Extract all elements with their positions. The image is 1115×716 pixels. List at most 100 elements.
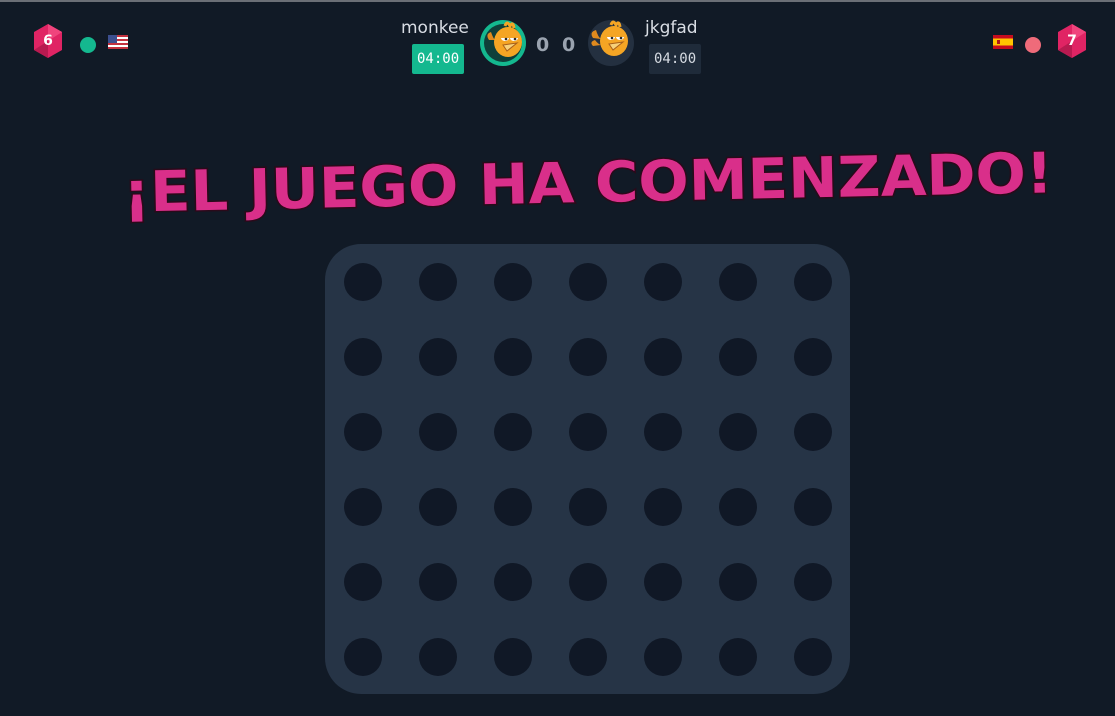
- empty-slot: [493, 412, 532, 451]
- empty-slot: [718, 262, 757, 301]
- empty-slot: [793, 412, 832, 451]
- board-cell[interactable]: [775, 394, 850, 469]
- board-cell[interactable]: [625, 394, 700, 469]
- empty-slot: [718, 487, 757, 526]
- chick-icon: [487, 21, 522, 57]
- right-online-status-dot: [1025, 37, 1041, 53]
- board-cell[interactable]: [325, 244, 400, 319]
- empty-slot: [343, 412, 382, 451]
- board-cell[interactable]: [325, 469, 400, 544]
- board-cell[interactable]: [550, 394, 625, 469]
- board-cell[interactable]: [475, 319, 550, 394]
- board-cell[interactable]: [400, 544, 475, 619]
- board-cell[interactable]: [400, 394, 475, 469]
- empty-slot: [793, 637, 832, 676]
- right-level-value: 7: [1067, 33, 1077, 49]
- empty-slot: [418, 412, 457, 451]
- board-cell[interactable]: [475, 469, 550, 544]
- empty-slot: [343, 262, 382, 301]
- board-cell[interactable]: [625, 544, 700, 619]
- board-cell[interactable]: [775, 619, 850, 694]
- board-cell[interactable]: [700, 394, 775, 469]
- left-online-status-dot: [80, 37, 96, 53]
- board-cell[interactable]: [400, 244, 475, 319]
- empty-slot: [493, 487, 532, 526]
- empty-slot: [568, 637, 607, 676]
- board-cell[interactable]: [550, 469, 625, 544]
- game-board[interactable]: [325, 244, 850, 694]
- board-cell[interactable]: [550, 319, 625, 394]
- empty-slot: [493, 562, 532, 601]
- board-cell[interactable]: [400, 619, 475, 694]
- board-cell[interactable]: [775, 544, 850, 619]
- empty-slot: [343, 562, 382, 601]
- left-player-timer: 04:00: [412, 44, 465, 74]
- empty-slot: [793, 337, 832, 376]
- game-title: ¡EL JUEGO HA COMENZADO!: [121, 140, 1055, 227]
- board-cell[interactable]: [325, 619, 400, 694]
- board-cell[interactable]: [325, 319, 400, 394]
- empty-slot: [343, 337, 382, 376]
- board-cell[interactable]: [475, 244, 550, 319]
- empty-slot: [568, 337, 607, 376]
- board-cell[interactable]: [700, 319, 775, 394]
- board-cell[interactable]: [625, 619, 700, 694]
- empty-slot: [718, 337, 757, 376]
- board-cell[interactable]: [700, 544, 775, 619]
- empty-slot: [343, 487, 382, 526]
- empty-slot: [418, 337, 457, 376]
- board-cell[interactable]: [400, 319, 475, 394]
- empty-slot: [568, 412, 607, 451]
- empty-slot: [718, 637, 757, 676]
- board-cell[interactable]: [625, 469, 700, 544]
- empty-slot: [418, 637, 457, 676]
- board-cell[interactable]: [700, 469, 775, 544]
- left-score: 0: [536, 34, 550, 56]
- empty-slot: [568, 487, 607, 526]
- left-level-value: 6: [43, 33, 53, 49]
- board-cell[interactable]: [775, 469, 850, 544]
- board-cell[interactable]: [775, 319, 850, 394]
- empty-slot: [643, 412, 682, 451]
- us-flag-icon: [108, 35, 128, 49]
- board-cell[interactable]: [700, 244, 775, 319]
- right-player-avatar[interactable]: [588, 20, 634, 66]
- board-cell[interactable]: [700, 619, 775, 694]
- es-flag-icon: [993, 35, 1013, 49]
- empty-slot: [718, 562, 757, 601]
- left-player-avatar[interactable]: [480, 20, 526, 66]
- board-cell[interactable]: [550, 544, 625, 619]
- board-cell[interactable]: [550, 619, 625, 694]
- empty-slot: [568, 562, 607, 601]
- empty-slot: [418, 562, 457, 601]
- board-cell[interactable]: [475, 394, 550, 469]
- window-top-border: [0, 0, 1115, 2]
- board-cell[interactable]: [325, 394, 400, 469]
- board-cell[interactable]: [550, 244, 625, 319]
- board-cell[interactable]: [775, 244, 850, 319]
- right-score: 0: [562, 34, 576, 56]
- empty-slot: [643, 337, 682, 376]
- empty-slot: [643, 637, 682, 676]
- left-level-badge: 6: [33, 23, 63, 59]
- board-cell[interactable]: [400, 469, 475, 544]
- empty-slot: [493, 637, 532, 676]
- right-player-name[interactable]: jkgfad: [645, 18, 698, 38]
- empty-slot: [643, 487, 682, 526]
- game-title-text: ¡EL JUEGO HA COMENZADO!: [122, 141, 1053, 225]
- empty-slot: [568, 262, 607, 301]
- right-player-timer: 04:00: [649, 44, 702, 74]
- board-cell[interactable]: [475, 619, 550, 694]
- empty-slot: [793, 262, 832, 301]
- board-cell[interactable]: [625, 244, 700, 319]
- board-cell[interactable]: [325, 544, 400, 619]
- empty-slot: [643, 562, 682, 601]
- empty-slot: [793, 487, 832, 526]
- right-level-badge: 7: [1057, 23, 1087, 59]
- empty-slot: [418, 487, 457, 526]
- empty-slot: [493, 337, 532, 376]
- board-cell[interactable]: [475, 544, 550, 619]
- board-cell[interactable]: [625, 319, 700, 394]
- left-player-name[interactable]: monkee: [401, 18, 469, 38]
- empty-slot: [793, 562, 832, 601]
